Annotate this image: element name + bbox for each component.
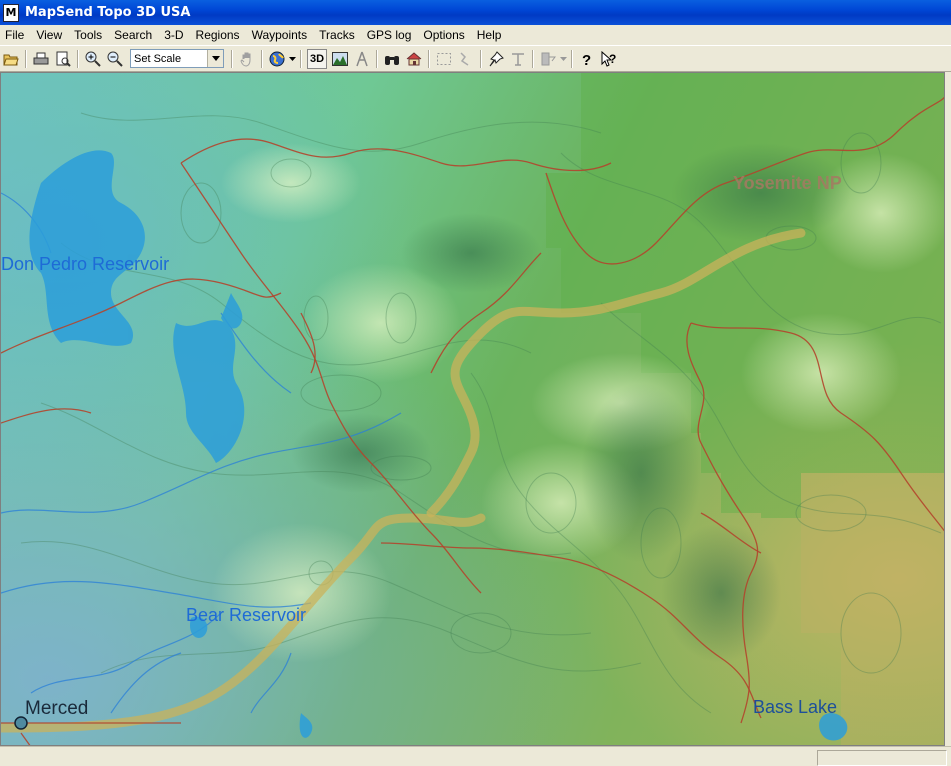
toolbar-separator: [571, 49, 573, 68]
chevron-down-icon[interactable]: [207, 50, 223, 67]
hand-pan-icon[interactable]: [236, 48, 258, 70]
send-gps-icon[interactable]: [537, 48, 559, 70]
scale-select-value: Set Scale: [134, 52, 182, 65]
select-area-icon[interactable]: [433, 48, 455, 70]
toolbar-separator: [532, 49, 534, 68]
map-label-don-pedro: Don Pedro Reservoir: [1, 254, 170, 274]
toolbar: Set Scale 3D ? ?: [0, 45, 951, 72]
compass-icon[interactable]: [351, 48, 373, 70]
menu-help[interactable]: Help: [471, 28, 508, 42]
menu-view[interactable]: View: [30, 28, 68, 42]
terrain-profile-icon[interactable]: [329, 48, 351, 70]
status-bar: [0, 746, 951, 766]
app-icon[interactable]: M: [3, 3, 19, 22]
map-view[interactable]: Yosemite NP Don Pedro Reservoir Bear Res…: [0, 72, 945, 746]
open-folder-icon[interactable]: [0, 48, 22, 70]
window-title: MapSend Topo 3D USA: [25, 5, 191, 20]
zoom-in-icon[interactable]: [82, 48, 104, 70]
map-label-bass-lake: Bass Lake: [753, 697, 838, 717]
status-panel: [817, 750, 947, 766]
print-icon[interactable]: [30, 48, 52, 70]
menu-waypoints[interactable]: Waypoints: [246, 28, 314, 42]
zoom-out-icon[interactable]: [104, 48, 126, 70]
route-tool-icon[interactable]: [507, 48, 529, 70]
route-icon[interactable]: [455, 48, 477, 70]
menu-search[interactable]: Search: [108, 28, 158, 42]
toolbar-separator: [25, 49, 27, 68]
menu-3d[interactable]: 3-D: [158, 28, 189, 42]
svg-text:?: ?: [582, 52, 591, 67]
toolbar-separator: [428, 49, 430, 68]
menu-bar: File View Tools Search 3-D Regions Waypo…: [0, 25, 951, 45]
menu-options[interactable]: Options: [417, 28, 470, 42]
toolbar-separator: [77, 49, 79, 68]
map-label-yosemite: Yosemite NP: [733, 173, 842, 193]
map-label-bear-reservoir: Bear Reservoir: [186, 605, 307, 625]
title-bar: M MapSend Topo 3D USA: [0, 0, 951, 25]
menu-tracks[interactable]: Tracks: [313, 28, 361, 42]
menu-gps-log[interactable]: GPS log: [361, 28, 418, 42]
binoculars-icon[interactable]: [381, 48, 403, 70]
toolbar-separator: [261, 49, 263, 68]
send-gps-dropdown-arrow[interactable]: [559, 49, 568, 69]
globe-icon[interactable]: [266, 48, 288, 70]
print-preview-icon[interactable]: [52, 48, 74, 70]
menu-regions[interactable]: Regions: [190, 28, 246, 42]
toolbar-separator: [376, 49, 378, 68]
help-icon[interactable]: ?: [576, 48, 598, 70]
waypoint-pin-icon[interactable]: [485, 48, 507, 70]
menu-tools[interactable]: Tools: [68, 28, 108, 42]
scale-select[interactable]: Set Scale: [130, 49, 224, 68]
toolbar-separator: [480, 49, 482, 68]
toggle-3d-button[interactable]: 3D: [307, 48, 327, 69]
window-border-right: [945, 72, 951, 746]
map-label-merced: Merced: [25, 698, 89, 719]
svg-text:?: ?: [609, 52, 616, 66]
menu-file[interactable]: File: [0, 28, 30, 42]
toolbar-separator: [231, 49, 233, 68]
globe-dropdown-arrow[interactable]: [288, 49, 297, 69]
toolbar-separator: [300, 49, 302, 68]
context-help-icon[interactable]: ?: [598, 48, 620, 70]
home-icon[interactable]: [403, 48, 425, 70]
